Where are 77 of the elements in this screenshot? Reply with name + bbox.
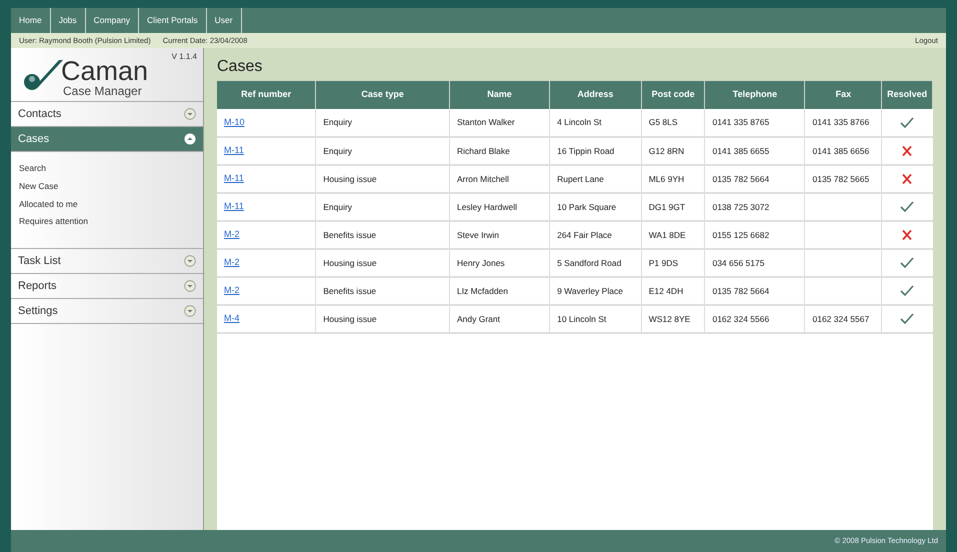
table-cell: Benefits issue (323, 286, 376, 296)
table-cell: 5 Sandford Road (557, 258, 622, 268)
sidebar-section-header[interactable]: Cases (11, 127, 203, 152)
table-cell: 0138 725 3072 (712, 202, 770, 212)
table-cell: G5 8LS (648, 117, 678, 128)
table-cell: LIz Mcfadden (456, 286, 508, 296)
case-ref-link[interactable]: M-4 (224, 313, 240, 324)
table-cell: E12 4DH (648, 286, 684, 296)
table-cell: Enquiry (323, 202, 352, 212)
table-cell: 0141 335 8765 (712, 117, 770, 128)
table-cell: Steve Irwin (456, 230, 500, 240)
table-cell: 264 Fair Place (557, 230, 612, 240)
table-cell: 0135 782 5665 (812, 174, 870, 184)
sidebar-link[interactable]: Allocated to me (19, 198, 78, 210)
sidebar-section-header[interactable]: Settings (11, 299, 203, 324)
column-header[interactable]: Resolved (882, 81, 932, 109)
collapse-icon[interactable] (184, 133, 196, 145)
column-header[interactable]: Fax (804, 81, 882, 109)
case-ref-link[interactable]: M-2 (224, 257, 240, 268)
column-header[interactable]: Ref number (217, 81, 316, 109)
table-cell: Stanton Walker (456, 117, 515, 128)
logo-text: Caman (61, 58, 148, 85)
table-cell: Enquiry (323, 146, 352, 156)
case-ref-link[interactable]: M-11 (224, 145, 244, 156)
table-cell: 0141 335 8766 (812, 117, 870, 128)
table-cell: 0135 782 5664 (712, 174, 770, 184)
column-header[interactable]: Post code (641, 81, 705, 109)
table-cell: 0155 125 6682 (712, 230, 770, 240)
table-cell: 10 Lincoln St (557, 314, 606, 324)
table-cell: 16 Tippin Road (557, 146, 614, 156)
table-cell: Richard Blake (456, 146, 510, 156)
table-cell: WS12 8YE (648, 314, 690, 324)
case-ref-link[interactable]: M-11 (224, 201, 244, 212)
expand-icon[interactable] (184, 255, 196, 267)
table-cell: Henry Jones (456, 258, 505, 268)
table-cell: 0141 385 6656 (812, 146, 870, 156)
table-cell: Lesley Hardwell (456, 202, 517, 212)
table-cell: 0135 782 5664 (712, 286, 770, 296)
page-title: Cases (217, 57, 264, 77)
table-cell: 9 Waverley Place (557, 286, 623, 296)
table-cell: 0162 324 5566 (712, 314, 770, 324)
column-header[interactable]: Telephone (704, 81, 805, 109)
table-cell: 4 Lincoln St (557, 117, 602, 128)
sidebar-link[interactable]: Search (19, 162, 46, 175)
case-ref-link[interactable]: M-11 (224, 173, 244, 184)
sidebar-section-header[interactable]: Task List (11, 249, 203, 274)
table-cell: Housing issue (323, 314, 377, 324)
table-cell: Enquiry (323, 117, 352, 128)
table-cell: Arron Mitchell (456, 174, 509, 184)
logo-subtitle: Case Manager (62, 85, 143, 97)
sidebar-section-header[interactable]: Reports (11, 274, 203, 299)
table-cell: Andy Grant (456, 314, 500, 324)
table-cell: DG1 9GT (648, 202, 686, 212)
column-header[interactable]: Address (550, 81, 642, 109)
version-label: V 1.1.4 (172, 51, 197, 63)
table-cell: 0162 324 5567 (812, 314, 870, 324)
table-cell: P1 9DS (648, 258, 678, 268)
expand-icon[interactable] (184, 280, 196, 292)
case-ref-link[interactable]: M-2 (224, 285, 240, 296)
table-cell: Benefits issue (323, 230, 376, 240)
case-ref-link[interactable]: M-10 (224, 116, 245, 127)
expand-icon[interactable] (184, 108, 196, 120)
column-header[interactable]: Case type (316, 81, 450, 109)
sidebar-link[interactable]: New Case (19, 180, 58, 192)
table-cell: 0141 385 6655 (712, 146, 770, 156)
table-cell: ML6 9YH (648, 174, 684, 184)
table-cell: Housing issue (323, 174, 377, 184)
table-cell: Housing issue (323, 258, 377, 268)
table-cell: Rupert Lane (557, 174, 604, 184)
sidebar-link[interactable]: Requires attention (19, 215, 88, 228)
table-cell: 034 656 5175 (712, 258, 764, 268)
table-cell: 10 Park Square (557, 202, 616, 212)
column-header[interactable]: Name (449, 81, 550, 109)
table-cell: G12 8RN (648, 146, 684, 156)
expand-icon[interactable] (184, 305, 196, 317)
case-ref-link[interactable]: M-2 (224, 229, 240, 240)
table-cell: WA1 8DE (648, 230, 686, 240)
